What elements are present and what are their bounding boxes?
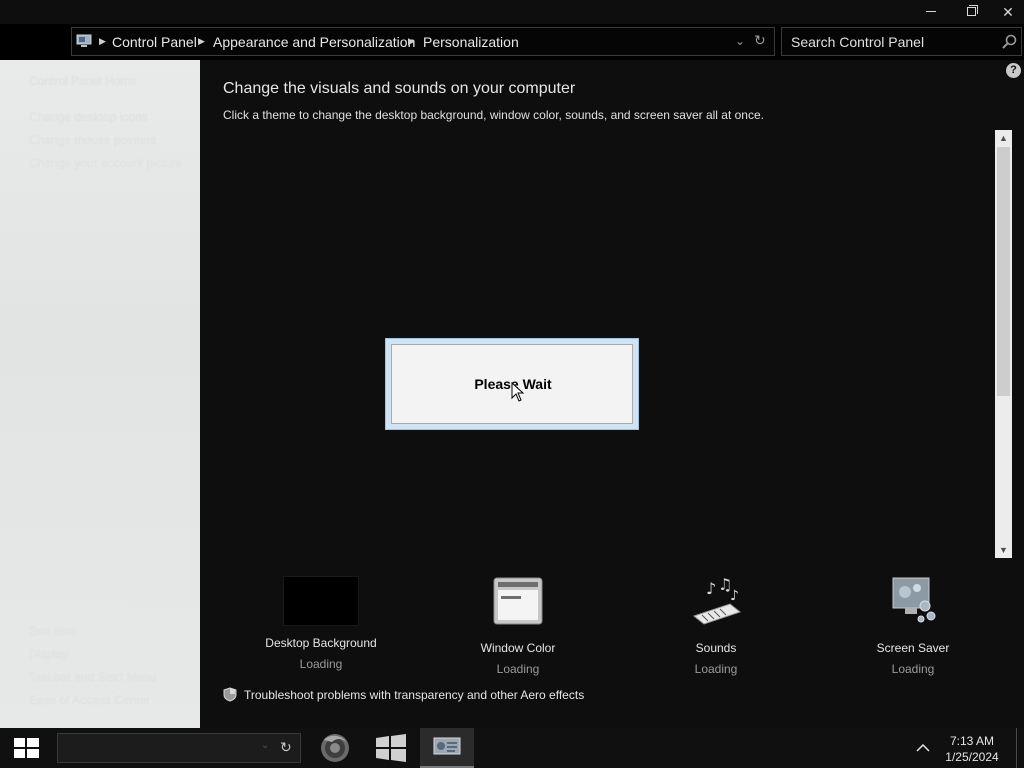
mouse-cursor-icon	[511, 382, 525, 402]
breadcrumb-separator: ▶	[99, 36, 106, 46]
sidebar-item-change-desktop-icons[interactable]: Change desktop icons	[29, 110, 148, 124]
minimize-button[interactable]	[912, 0, 950, 24]
minimize-icon	[926, 11, 936, 12]
address-row: ▶ Control Panel ▶ Appearance and Persona…	[0, 24, 1024, 60]
desktop-background-status: Loading	[299, 657, 343, 671]
close-button[interactable]: ✕	[992, 0, 1024, 24]
firefox-icon[interactable]	[308, 728, 362, 768]
sounds-icon: ♪ ♫ ♪	[692, 575, 742, 625]
taskbar-control-panel-button[interactable]	[420, 728, 474, 768]
search-input[interactable]: Search Control Panel	[791, 34, 924, 50]
svg-text:♪: ♪	[706, 579, 716, 598]
search-box[interactable]: Search Control Panel	[781, 27, 1022, 56]
screen-saver-tool[interactable]: Screen Saver Loading	[833, 576, 993, 676]
sidebar-item-change-mouse-pointers[interactable]: Change mouse pointers	[29, 133, 156, 147]
theme-list-scrollbar[interactable]: ▲ ▼	[995, 130, 1012, 558]
breadcrumb-appearance[interactable]: Appearance and Personalization	[213, 34, 415, 50]
main-content: ? Change the visuals and sounds on your …	[200, 60, 1024, 728]
refresh-icon[interactable]: ↻	[754, 32, 766, 49]
window-color-icon	[493, 577, 543, 625]
screen-saver-status: Loading	[891, 662, 935, 676]
scroll-up-icon[interactable]: ▲	[995, 130, 1012, 146]
sounds-label[interactable]: Sounds	[636, 641, 796, 655]
restore-button[interactable]	[952, 0, 990, 24]
system-clock[interactable]: 7:13 AM 1/25/2024	[936, 733, 1008, 765]
desktop-background-label[interactable]: Desktop Background	[241, 636, 401, 650]
sidebar-item-display[interactable]: Display	[29, 647, 68, 661]
taskbar: ⌄ ↻ 7:13 AM 1/25/2024	[0, 728, 1024, 768]
troubleshoot-link[interactable]: Troubleshoot problems with transparency …	[244, 688, 584, 702]
breadcrumb-personalization[interactable]: Personalization	[423, 34, 519, 50]
control-panel-icon	[433, 737, 461, 755]
sidebar: Control Panel Home Change desktop icons …	[0, 60, 200, 728]
search-chevron-icon: ⌄	[261, 740, 270, 751]
window-color-label[interactable]: Window Color	[438, 641, 598, 655]
taskbar-refresh-icon[interactable]: ↻	[280, 739, 292, 756]
sidebar-item-ease-of-access[interactable]: Ease of Access Center	[29, 693, 150, 707]
page-title: Change the visuals and sounds on your co…	[223, 80, 576, 97]
close-icon: ✕	[1002, 4, 1014, 20]
see-also-heading: See also	[29, 624, 76, 638]
address-dropdown-icon[interactable]: ⌄	[735, 34, 745, 48]
sidebar-item-taskbar-start-menu[interactable]: Taskbar and Start Menu	[29, 670, 156, 684]
breadcrumb-separator: ▶	[408, 36, 415, 46]
restore-icon	[967, 7, 976, 16]
screen-saver-icon	[892, 577, 936, 623]
sidebar-item-change-account-picture[interactable]: Change your account picture	[29, 156, 182, 170]
breadcrumb-separator: ▶	[198, 36, 205, 46]
sidebar-item-control-panel-home[interactable]: Control Panel Home	[29, 74, 137, 88]
scroll-thumb[interactable]	[997, 147, 1010, 396]
screen-saver-label[interactable]: Screen Saver	[833, 641, 993, 655]
sounds-status: Loading	[694, 662, 738, 676]
window-color-tool[interactable]: Window Color Loading	[438, 576, 598, 676]
clock-time: 7:13 AM	[949, 734, 995, 748]
clock-date: 1/25/2024	[945, 750, 999, 764]
show-hidden-icons-chevron-icon[interactable]	[914, 739, 932, 757]
start-button[interactable]	[0, 728, 54, 768]
title-bar: ✕	[0, 0, 1024, 24]
page-subtitle: Click a theme to change the desktop back…	[223, 108, 764, 122]
taskbar-search-input[interactable]: ⌄ ↻	[57, 733, 301, 763]
windows-logo-icon[interactable]	[364, 728, 418, 768]
window-color-status: Loading	[496, 662, 540, 676]
desktop-background-tool[interactable]: Desktop Background Loading	[241, 576, 401, 671]
sounds-tool[interactable]: ♪ ♫ ♪ Sounds Loading	[636, 575, 796, 676]
shield-icon	[223, 687, 237, 702]
desktop-background-icon	[283, 576, 359, 626]
scroll-down-icon[interactable]: ▼	[995, 542, 1012, 558]
breadcrumb-control-panel[interactable]: Control Panel	[112, 34, 197, 50]
address-bar[interactable]: ▶ Control Panel ▶ Appearance and Persona…	[71, 27, 775, 56]
help-icon[interactable]: ?	[1006, 63, 1021, 78]
search-icon[interactable]	[1001, 34, 1017, 50]
show-desktop-button[interactable]	[1016, 728, 1017, 768]
control-panel-icon	[76, 34, 92, 47]
svg-text:♪: ♪	[730, 588, 739, 604]
